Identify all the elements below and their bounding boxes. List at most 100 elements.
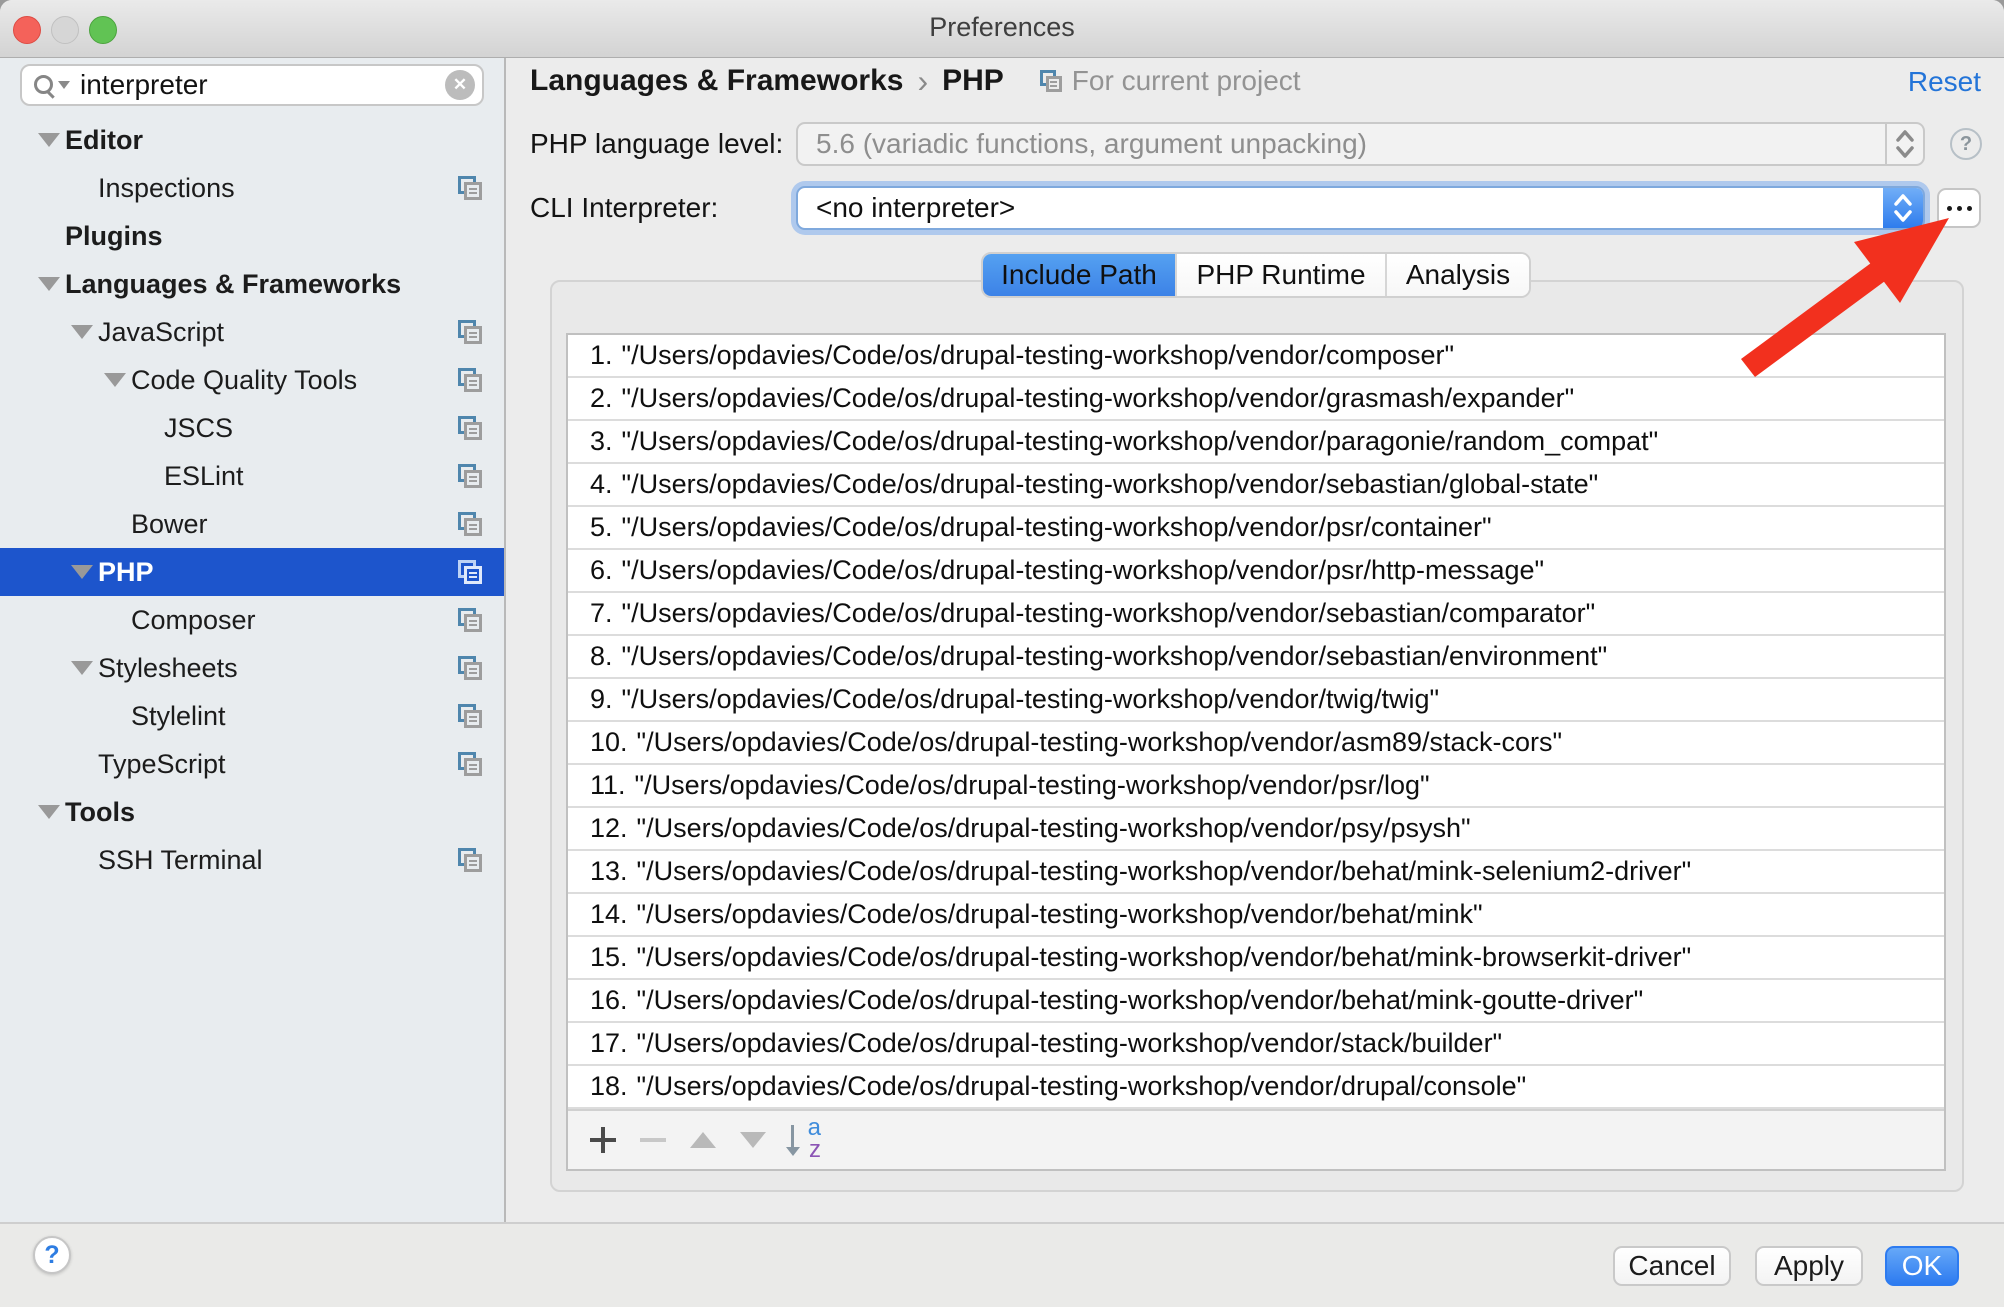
move-up-button[interactable] — [678, 1132, 728, 1148]
move-down-icon — [740, 1132, 766, 1148]
expand-triangle-icon — [71, 661, 93, 675]
sidebar-item-jscs[interactable]: JSCS — [0, 404, 504, 452]
browse-interpreters-button[interactable] — [1937, 188, 1981, 228]
php-settings-tabs: Include Path PHP Runtime Analysis — [981, 252, 1531, 298]
path-row-number: 7. — [590, 598, 613, 629]
include-path-row[interactable]: 17. "/Users/opdavies/Code/os/drupal-test… — [568, 1023, 1944, 1066]
sidebar-item-eslint[interactable]: ESLint — [0, 452, 504, 500]
include-path-row[interactable]: 5. "/Users/opdavies/Code/os/drupal-testi… — [568, 507, 1944, 550]
path-row-number: 4. — [590, 469, 613, 500]
path-row-number: 3. — [590, 426, 613, 457]
sidebar-item-code-quality-tools[interactable]: Code Quality Tools — [0, 356, 504, 404]
sidebar-item-label: TypeScript — [98, 749, 226, 780]
list-toolbar: a z — [568, 1109, 1944, 1169]
sidebar-item-inspections[interactable]: Inspections — [0, 164, 504, 212]
path-row-number: 1. — [590, 340, 613, 371]
tab-include-path[interactable]: Include Path — [983, 254, 1175, 296]
path-row-number: 14. — [590, 899, 628, 930]
sidebar-item-label: Code Quality Tools — [131, 365, 357, 396]
help-button[interactable]: ? — [33, 1236, 71, 1274]
sidebar-item-php[interactable]: PHP — [0, 548, 504, 596]
include-path-row[interactable]: 18. "/Users/opdavies/Code/os/drupal-test… — [568, 1066, 1944, 1109]
expand-triangle-icon — [104, 373, 126, 387]
path-row-value: "/Users/opdavies/Code/os/drupal-testing-… — [622, 469, 1599, 500]
include-path-row[interactable]: 7. "/Users/opdavies/Code/os/drupal-testi… — [568, 593, 1944, 636]
language-level-select[interactable]: 5.6 (variadic functions, argument unpack… — [796, 122, 1925, 166]
sidebar-item-plugins[interactable]: Plugins — [0, 212, 504, 260]
sidebar-item-label: Tools — [65, 797, 135, 828]
language-level-label: PHP language level: — [530, 128, 783, 160]
include-path-row[interactable]: 6. "/Users/opdavies/Code/os/drupal-testi… — [568, 550, 1944, 593]
apply-button[interactable]: Apply — [1755, 1246, 1863, 1286]
cancel-button[interactable]: Cancel — [1613, 1246, 1731, 1286]
sidebar-item-label: Bower — [131, 509, 208, 540]
tab-php-runtime[interactable]: PHP Runtime — [1175, 254, 1385, 296]
path-row-value: "/Users/opdavies/Code/os/drupal-testing-… — [637, 899, 1483, 930]
breadcrumb-parent[interactable]: Languages & Frameworks — [530, 64, 903, 98]
reset-link[interactable]: Reset — [1908, 66, 1981, 98]
path-row-number: 8. — [590, 641, 613, 672]
sort-az-icon: a z — [782, 1118, 824, 1162]
include-path-row[interactable]: 11. "/Users/opdavies/Code/os/drupal-test… — [568, 765, 1944, 808]
include-path-row[interactable]: 15. "/Users/opdavies/Code/os/drupal-test… — [568, 937, 1944, 980]
sidebar-item-stylesheets[interactable]: Stylesheets — [0, 644, 504, 692]
include-path-row[interactable]: 12. "/Users/opdavies/Code/os/drupal-test… — [568, 808, 1944, 851]
move-up-icon — [690, 1132, 716, 1148]
path-row-value: "/Users/opdavies/Code/os/drupal-testing-… — [622, 383, 1575, 414]
sort-alphabetically-button[interactable]: a z — [778, 1118, 828, 1162]
sidebar-item-javascript[interactable]: JavaScript — [0, 308, 504, 356]
per-project-icon — [458, 608, 482, 632]
per-project-icon — [458, 464, 482, 488]
tab-analysis[interactable]: Analysis — [1385, 254, 1529, 296]
sidebar-item-languages-frameworks[interactable]: Languages & Frameworks — [0, 260, 504, 308]
include-path-row[interactable]: 9. "/Users/opdavies/Code/os/drupal-testi… — [568, 679, 1944, 722]
expand-triangle-icon — [71, 565, 93, 579]
per-project-icon — [458, 560, 482, 584]
include-path-row[interactable]: 4. "/Users/opdavies/Code/os/drupal-testi… — [568, 464, 1944, 507]
path-row-value: "/Users/opdavies/Code/os/drupal-testing-… — [637, 813, 1471, 844]
path-row-number: 16. — [590, 985, 628, 1016]
cli-interpreter-select[interactable]: <no interpreter> — [796, 186, 1925, 230]
ellipsis-icon — [1947, 206, 1952, 211]
move-down-button[interactable] — [728, 1132, 778, 1148]
path-row-value: "/Users/opdavies/Code/os/drupal-testing-… — [622, 555, 1545, 586]
include-path-row[interactable]: 3. "/Users/opdavies/Code/os/drupal-testi… — [568, 421, 1944, 464]
include-path-row[interactable]: 8. "/Users/opdavies/Code/os/drupal-testi… — [568, 636, 1944, 679]
include-path-row[interactable]: 14. "/Users/opdavies/Code/os/drupal-test… — [568, 894, 1944, 937]
include-path-row[interactable]: 10. "/Users/opdavies/Code/os/drupal-test… — [568, 722, 1944, 765]
clear-search-icon[interactable]: ✕ — [445, 70, 475, 100]
sidebar-item-typescript[interactable]: TypeScript — [0, 740, 504, 788]
per-project-icon — [458, 752, 482, 776]
up-down-chevrons-icon — [1891, 191, 1915, 225]
dialog-footer: ? Cancel Apply OK — [0, 1222, 2004, 1307]
path-row-number: 15. — [590, 942, 628, 973]
language-level-value: 5.6 (variadic functions, argument unpack… — [816, 128, 1367, 160]
sidebar-item-label: Editor — [65, 125, 143, 156]
include-path-row[interactable]: 16. "/Users/opdavies/Code/os/drupal-test… — [568, 980, 1944, 1023]
ok-button[interactable]: OK — [1885, 1246, 1959, 1286]
path-row-number: 17. — [590, 1028, 628, 1059]
path-row-value: "/Users/opdavies/Code/os/drupal-testing-… — [637, 727, 1563, 758]
sidebar-item-bower[interactable]: Bower — [0, 500, 504, 548]
include-path-row[interactable]: 13. "/Users/opdavies/Code/os/drupal-test… — [568, 851, 1944, 894]
sidebar-item-label: SSH Terminal — [98, 845, 263, 876]
cli-interpreter-label: CLI Interpreter: — [530, 192, 718, 224]
language-level-help-icon[interactable]: ? — [1950, 128, 1982, 160]
search-icon — [34, 75, 54, 95]
breadcrumb: Languages & Frameworks › PHP For current… — [530, 60, 1301, 102]
sidebar-item-tools[interactable]: Tools — [0, 788, 504, 836]
add-path-button[interactable] — [578, 1127, 628, 1153]
sidebar-item-stylelint[interactable]: Stylelint — [0, 692, 504, 740]
path-row-value: "/Users/opdavies/Code/os/drupal-testing-… — [622, 641, 1608, 672]
remove-path-button[interactable] — [628, 1138, 678, 1142]
sidebar-item-ssh-terminal[interactable]: SSH Terminal — [0, 836, 504, 884]
include-path-row[interactable]: 2. "/Users/opdavies/Code/os/drupal-testi… — [568, 378, 1944, 421]
include-path-row[interactable]: 1. "/Users/opdavies/Code/os/drupal-testi… — [568, 335, 1944, 378]
settings-search-field[interactable]: ✕ — [20, 64, 484, 106]
search-input[interactable] — [78, 68, 445, 102]
sidebar-item-composer[interactable]: Composer — [0, 596, 504, 644]
stepper-arrows-blue-icon[interactable] — [1883, 188, 1923, 228]
sidebar-item-editor[interactable]: Editor — [0, 116, 504, 164]
search-options-caret-icon[interactable] — [58, 81, 70, 89]
stepper-arrows-icon[interactable] — [1885, 124, 1923, 164]
